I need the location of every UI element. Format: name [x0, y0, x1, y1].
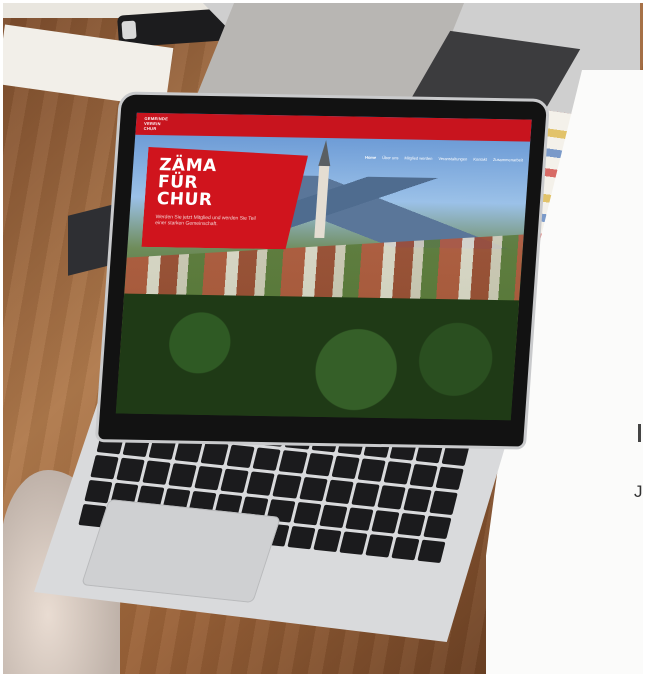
image-border — [0, 0, 646, 677]
